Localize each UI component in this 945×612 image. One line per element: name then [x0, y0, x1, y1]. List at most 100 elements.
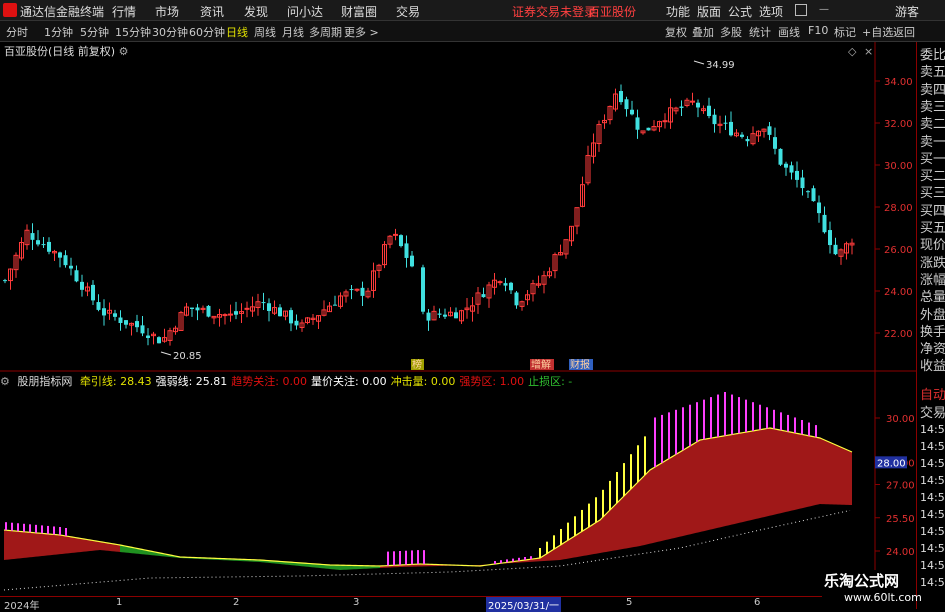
trade-label[interactable]: 交易 [920, 402, 945, 421]
candle-body [784, 163, 788, 168]
minimize-icon[interactable]: — [819, 4, 829, 15]
candle-body [497, 281, 503, 284]
quote-side-panel: 委比 卖五 卖四 卖三 卖二 卖一 买一 买二 买三 买四 买五 现价 涨跌 涨幅 总量 外盘 换手 净资 收益 自动… [916, 42, 945, 609]
candle-body [96, 302, 101, 310]
period-tab-timeline[interactable]: 分时 [6, 24, 28, 40]
candle-body [503, 283, 508, 286]
candle-body [696, 102, 700, 108]
candle-body [222, 314, 228, 317]
watermark: 乐淘公式网 www.60lt.com [822, 570, 922, 609]
watermark-line2: www.60lt.com [844, 591, 922, 604]
period-tab-1min[interactable]: 1分钟 [44, 24, 73, 40]
tool-back-button[interactable]: 返回 [893, 24, 915, 40]
period-tab-more[interactable]: 更多 > [344, 24, 379, 40]
period-tab-weekly[interactable]: 周线 [254, 24, 276, 40]
menu-item-news[interactable]: 资讯 [200, 3, 224, 20]
candle-body [729, 121, 733, 136]
guest-label[interactable]: 游客 [895, 3, 919, 20]
candle-body [421, 267, 425, 312]
quote-label: 现价 [920, 238, 945, 254]
period-tab-30min[interactable]: 30分钟 [152, 24, 188, 40]
indicator-axis: 30.0028.0027.0025.5024.0028.00 [875, 414, 915, 558]
menu-item-functions[interactable]: 功能 [666, 3, 690, 20]
quote-label: 涨幅 [920, 272, 945, 288]
tool-overlay-button[interactable]: 叠加 [692, 24, 714, 40]
event-marker-label[interactable]: 财报 [570, 358, 590, 371]
tool-watchlist-button[interactable]: +自选 [862, 24, 893, 40]
candle-body [795, 170, 799, 180]
tick-time: 14:56 [920, 508, 945, 521]
candle-body [36, 240, 40, 245]
candle-body [426, 312, 431, 321]
quote-label: 净资 [920, 342, 945, 358]
pane-close-icon[interactable]: × [864, 45, 873, 58]
price-tick-label: 24.00 [884, 287, 913, 298]
candle-body [822, 214, 827, 233]
indicator-name: 股朋指标网 [17, 375, 73, 388]
quote-label: 买二 [920, 169, 945, 185]
menu-item-discover[interactable]: 发现 [244, 3, 268, 20]
candle-body [69, 265, 73, 269]
tick-time: 14:56 [920, 440, 945, 453]
candle-body [630, 109, 634, 115]
tool-f10-button[interactable]: F10 [808, 24, 828, 37]
period-tab-5min[interactable]: 5分钟 [80, 24, 109, 40]
candle-body [767, 126, 772, 135]
auto-trade-label[interactable]: 自动 [920, 384, 945, 403]
quote-label: 买一 [920, 151, 945, 167]
candle-body [723, 122, 728, 124]
candle-body [811, 188, 816, 202]
login-notice[interactable]: 证券交易未登录 [512, 3, 596, 20]
menu-item-options[interactable]: 选项 [759, 3, 783, 20]
period-tab-monthly[interactable]: 月线 [282, 24, 304, 40]
tool-multistock-button[interactable]: 多股 [720, 24, 742, 40]
candle-body [635, 117, 640, 130]
indicator-value-item: 量价关注: 0.00 [310, 375, 387, 388]
menu-item-wealth[interactable]: 财富圈 [341, 3, 377, 20]
price-tick-label: 34.00 [884, 77, 913, 88]
candle-body [244, 307, 250, 310]
candle-body [3, 280, 7, 282]
app-logo-icon [3, 3, 17, 17]
menu-item-ask[interactable]: 问小达 [287, 3, 323, 20]
pane-zoom-icon[interactable]: ◇ [848, 45, 857, 58]
candle-body [206, 305, 211, 317]
event-marker-label[interactable]: 榜 [412, 358, 422, 371]
candle-body [113, 313, 117, 317]
quote-label: 换手 [920, 324, 945, 340]
candle-body [454, 312, 458, 319]
period-tab-daily[interactable]: 日线 [226, 24, 248, 40]
tool-mark-button[interactable]: 标记 [834, 24, 856, 40]
tool-adjust-button[interactable]: 复权 [665, 24, 687, 40]
period-tab-15min[interactable]: 15分钟 [115, 24, 151, 40]
candle-body [63, 255, 68, 266]
menu-item-trade[interactable]: 交易 [396, 3, 420, 20]
candle-body [289, 310, 293, 324]
candle-body [410, 255, 414, 267]
tool-stats-button[interactable]: 统计 [749, 24, 771, 40]
menu-item-market[interactable]: 市场 [155, 3, 179, 20]
menu-item-formula[interactable]: 公式 [728, 3, 752, 20]
candle-body [828, 230, 832, 246]
indicator-tick-label: 25.50 [886, 514, 915, 525]
quote-label: 买三 [920, 186, 945, 202]
price-annotations: 34.99 20.85 榜 增解 财报 [160, 60, 735, 371]
indicator-settings-icon[interactable]: ⚙ [0, 375, 10, 388]
candle-body [195, 307, 200, 311]
low-price-label: 20.85 [173, 351, 202, 362]
candle-body [437, 313, 442, 315]
tool-draw-button[interactable]: 画线 [778, 24, 800, 40]
menu-item-layout[interactable]: 版面 [697, 3, 721, 20]
candle-body [234, 311, 238, 315]
candle-body [789, 165, 794, 173]
user-icon[interactable] [795, 4, 807, 16]
chart-area[interactable]: ◇ × 34.0032.0030.0028.0026.0024.0022.00 … [0, 42, 916, 596]
candle-body [91, 284, 95, 301]
period-tab-multi[interactable]: 多周期 [309, 24, 342, 40]
event-marker-label[interactable]: 增解 [531, 358, 551, 371]
menu-item-market-quotes[interactable]: 行情 [112, 3, 136, 20]
quote-label: 外盘 [920, 307, 945, 323]
indicator-band-red [4, 530, 120, 560]
period-tab-60min[interactable]: 60分钟 [189, 24, 225, 40]
indicator-current-label: 28.00 [877, 458, 906, 469]
